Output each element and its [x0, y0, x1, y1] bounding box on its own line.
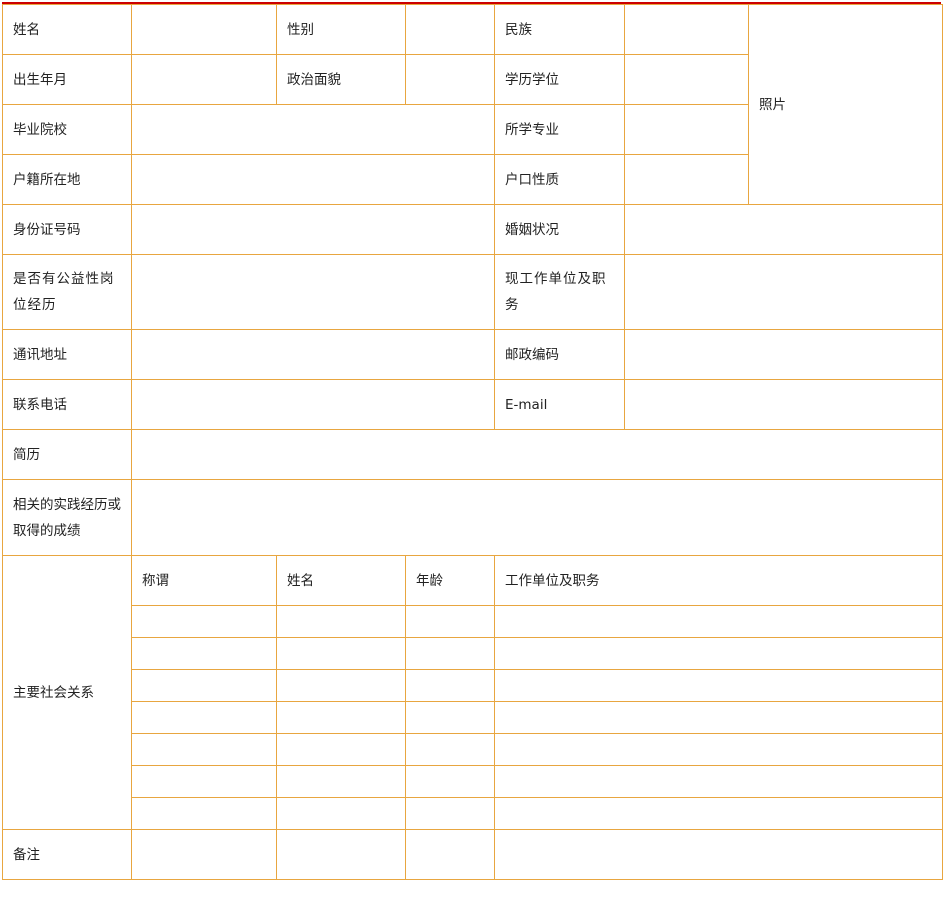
school-label: 毕业院校: [2, 104, 132, 155]
relation-age-cell[interactable]: [405, 637, 495, 670]
major-value-cell[interactable]: [624, 104, 749, 155]
relation-name-cell[interactable]: [276, 605, 406, 638]
remarks-value-cell-2[interactable]: [276, 829, 406, 880]
hukou-type-value-cell[interactable]: [624, 154, 749, 205]
relation-job-cell[interactable]: [494, 765, 943, 798]
marital-label: 婚姻状况: [494, 204, 625, 255]
relation-title-cell[interactable]: [131, 797, 277, 830]
practice-value-cell[interactable]: [131, 479, 943, 556]
relation-title-cell[interactable]: [131, 733, 277, 766]
degree-value-cell[interactable]: [624, 54, 749, 105]
relation-name-cell[interactable]: [276, 637, 406, 670]
relation-age-cell[interactable]: [405, 733, 495, 766]
relation-row: [3, 701, 943, 734]
relation-title-cell[interactable]: [131, 637, 277, 670]
resume-label: 简历: [2, 429, 132, 480]
relation-title-cell[interactable]: [131, 605, 277, 638]
hukou-location-value-cell[interactable]: [131, 154, 495, 205]
birth-label: 出生年月: [2, 54, 132, 105]
address-value-cell[interactable]: [131, 329, 495, 380]
practice-label: 相关的实践经历或取得的成绩: [2, 479, 132, 556]
relation-title-cell[interactable]: [131, 701, 277, 734]
row-public-welfare: 是否有公益性岗位经历 现工作单位及职务: [2, 254, 943, 330]
name-value-cell[interactable]: [131, 4, 277, 55]
relation-row: [3, 637, 943, 670]
email-label: E-mail: [494, 379, 625, 430]
email-value-cell[interactable]: [624, 379, 943, 430]
resume-value-cell[interactable]: [131, 429, 943, 480]
row-name: 姓名 性别 民族 照片: [2, 4, 943, 205]
relation-age-cell[interactable]: [405, 797, 495, 830]
name-label: 姓名: [2, 4, 132, 55]
relation-job-cell[interactable]: [494, 669, 943, 702]
relation-job-cell[interactable]: [494, 637, 943, 670]
relation-job-cell[interactable]: [494, 797, 943, 830]
ethnicity-label: 民族: [494, 4, 625, 55]
row-remarks: 备注: [2, 829, 943, 880]
phone-value-cell[interactable]: [131, 379, 495, 430]
school-value-cell[interactable]: [131, 104, 495, 155]
remarks-value-cell-3[interactable]: [405, 829, 495, 880]
gender-label: 性别: [276, 4, 406, 55]
relation-name-cell[interactable]: [276, 669, 406, 702]
id-value-cell[interactable]: [131, 204, 495, 255]
major-label: 所学专业: [494, 104, 625, 155]
relations-header-name: 姓名: [276, 555, 406, 606]
relation-job-cell[interactable]: [494, 701, 943, 734]
row-address: 通讯地址 邮政编码: [2, 329, 943, 380]
political-label: 政治面貌: [276, 54, 406, 105]
relations-header-title: 称谓: [131, 555, 277, 606]
relation-job-cell[interactable]: [494, 605, 943, 638]
relation-age-cell[interactable]: [405, 669, 495, 702]
current-job-label: 现工作单位及职务: [494, 254, 625, 330]
hukou-location-label: 户籍所在地: [2, 154, 132, 205]
relation-age-cell[interactable]: [405, 765, 495, 798]
relation-row: [3, 669, 943, 702]
relation-age-cell[interactable]: [405, 701, 495, 734]
relation-name-cell[interactable]: [276, 733, 406, 766]
marital-value-cell[interactable]: [624, 204, 943, 255]
public-welfare-value-cell[interactable]: [131, 254, 495, 330]
row-phone: 联系电话 E-mail: [2, 379, 943, 430]
relation-row: [3, 605, 943, 638]
relation-name-cell[interactable]: [276, 797, 406, 830]
postcode-value-cell[interactable]: [624, 329, 943, 380]
postcode-label: 邮政编码: [494, 329, 625, 380]
current-job-value-cell[interactable]: [624, 254, 943, 330]
id-label: 身份证号码: [2, 204, 132, 255]
row-practice: 相关的实践经历或取得的成绩: [2, 479, 943, 556]
relation-name-cell[interactable]: [276, 701, 406, 734]
phone-label: 联系电话: [2, 379, 132, 430]
remarks-value-cell-1[interactable]: [131, 829, 277, 880]
remarks-value-cell-4[interactable]: [494, 829, 943, 880]
relations-header-age: 年龄: [405, 555, 495, 606]
row-id: 身份证号码 婚姻状况: [2, 204, 943, 255]
relation-job-cell[interactable]: [494, 733, 943, 766]
relation-row: [3, 765, 943, 798]
relation-row: [3, 797, 943, 830]
ethnicity-value-cell[interactable]: [624, 4, 749, 55]
remarks-label: 备注: [2, 829, 132, 880]
application-form-table: 姓名 性别 民族 照片 出生年月 政治面貌 学历学位 毕业院校 所学专业 户籍所…: [2, 4, 943, 880]
degree-label: 学历学位: [494, 54, 625, 105]
relations-header-row: 主要社会关系 称谓 姓名 年龄 工作单位及职务: [2, 555, 943, 830]
political-value-cell[interactable]: [405, 54, 495, 105]
relation-name-cell[interactable]: [276, 765, 406, 798]
relation-age-cell[interactable]: [405, 605, 495, 638]
row-resume: 简历: [2, 429, 943, 480]
relation-title-cell[interactable]: [131, 669, 277, 702]
address-label: 通讯地址: [2, 329, 132, 380]
relations-label: 主要社会关系: [2, 555, 132, 830]
relation-title-cell[interactable]: [131, 765, 277, 798]
public-welfare-label: 是否有公益性岗位经历: [2, 254, 132, 330]
hukou-type-label: 户口性质: [494, 154, 625, 205]
relation-row: [3, 733, 943, 766]
photo-cell[interactable]: 照片: [748, 4, 943, 205]
relations-header-job: 工作单位及职务: [494, 555, 943, 606]
gender-value-cell[interactable]: [405, 4, 495, 55]
birth-value-cell[interactable]: [131, 54, 277, 105]
